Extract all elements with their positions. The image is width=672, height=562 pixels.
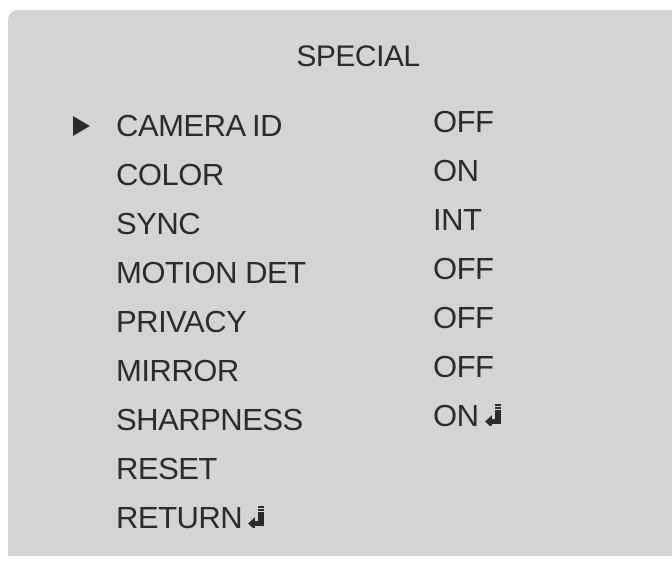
menu-item-sharpness[interactable]: SHARPNESS ON	[8, 398, 608, 450]
menu-item-return[interactable]: RETURN	[8, 499, 608, 548]
menu-item-camera-id[interactable]: CAMERA ID OFF	[8, 104, 608, 156]
menu-item-label: RESET	[116, 451, 217, 486]
menu-item-label: MIRROR	[116, 353, 239, 388]
menu-item-label-with-icon: RETURN	[116, 499, 265, 537]
menu-item-value: INT	[433, 202, 482, 237]
special-menu-list: CAMERA ID OFF COLOR ON SYNC INT MOTION D…	[8, 104, 608, 548]
menu-title: SPECIAL	[296, 40, 420, 73]
menu-item-value-with-submenu: ON	[433, 397, 502, 435]
menu-item-label: COLOR	[116, 157, 224, 192]
menu-item-label: MOTION DET	[116, 255, 306, 290]
menu-item-value: OFF	[433, 349, 494, 384]
menu-item-label: CAMERA ID	[116, 108, 283, 143]
menu-item-value: OFF	[433, 300, 494, 335]
menu-item-color[interactable]: COLOR ON	[8, 153, 608, 205]
enter-return-icon	[484, 403, 501, 426]
menu-item-value: ON	[433, 398, 479, 433]
menu-item-motion-det[interactable]: MOTION DET OFF	[8, 251, 608, 303]
triangle-right-icon	[73, 116, 90, 136]
menu-item-sync[interactable]: SYNC INT	[8, 202, 608, 254]
menu-item-value: ON	[433, 153, 479, 188]
menu-item-reset[interactable]: RESET	[8, 450, 608, 499]
menu-item-label: RETURN	[116, 500, 243, 535]
special-menu-panel: SPECIAL CAMERA ID OFF COLOR ON SYNC INT …	[8, 10, 672, 556]
menu-item-label: SHARPNESS	[116, 402, 303, 437]
menu-item-label: PRIVACY	[116, 304, 247, 339]
menu-item-value: OFF	[433, 104, 494, 139]
menu-item-privacy[interactable]: PRIVACY OFF	[8, 300, 608, 352]
menu-item-value: OFF	[433, 251, 494, 286]
menu-item-label: SYNC	[116, 206, 201, 241]
menu-item-mirror[interactable]: MIRROR OFF	[8, 349, 608, 401]
enter-return-icon	[248, 505, 265, 528]
